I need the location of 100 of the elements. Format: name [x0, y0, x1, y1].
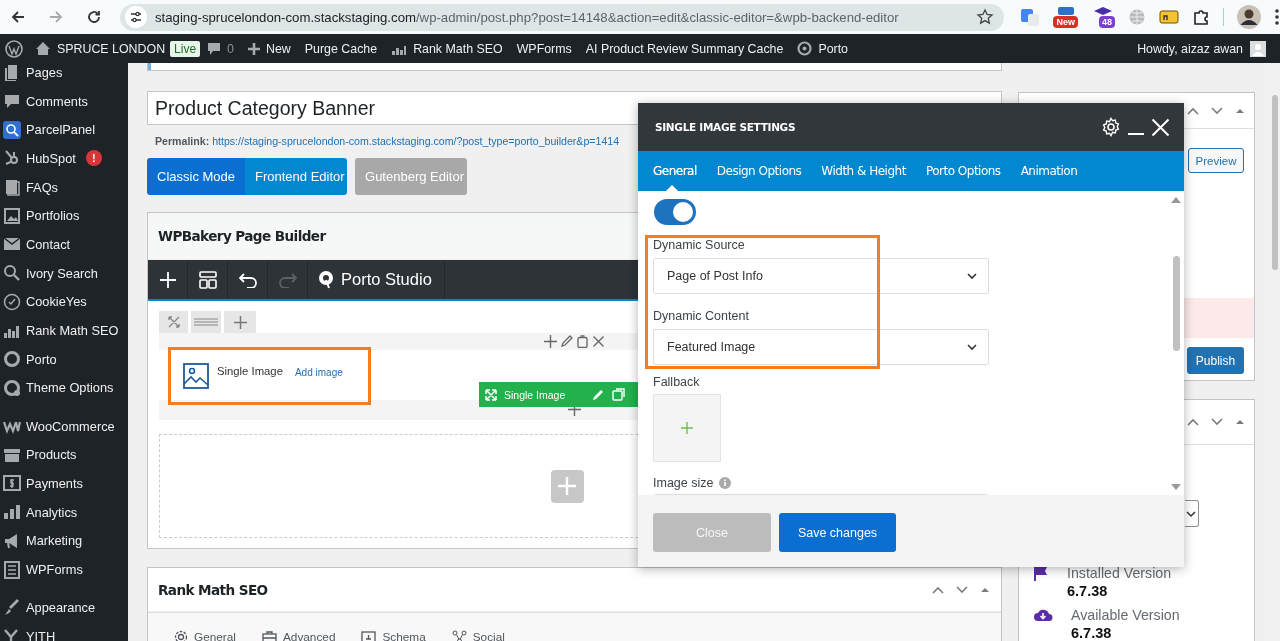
seo-tab[interactable]: Social [451, 630, 505, 641]
info-icon[interactable] [719, 477, 732, 489]
copy-icon[interactable] [612, 388, 626, 401]
speech-bubble-icon [3, 92, 21, 111]
comments-link[interactable]: 0 [200, 34, 241, 63]
sidebar-item[interactable]: YITH [0, 622, 128, 641]
site-info-icon[interactable] [129, 10, 143, 24]
sidebar-item[interactable]: Rank Math SEO [0, 316, 128, 345]
form-icon [3, 560, 21, 579]
reload-icon[interactable] [86, 9, 102, 25]
paintbrush-icon [3, 598, 21, 617]
sidebar-item[interactable]: WooCommerce [0, 411, 128, 441]
sidebar-item[interactable]: Porto [0, 344, 128, 374]
image-icon [183, 363, 209, 389]
pencil-icon[interactable] [559, 335, 573, 348]
sidebar-item[interactable]: Comments [0, 86, 128, 116]
modal-button[interactable]: Save changes [779, 513, 896, 552]
seo-tab[interactable]: General [174, 630, 236, 641]
more-icon[interactable] [1274, 8, 1280, 26]
select-field[interactable]: Featured Image [653, 329, 989, 365]
settings-tab[interactable]: Animation [1020, 151, 1088, 191]
scroll-up-icon[interactable] [1171, 196, 1181, 204]
dollar-icon [3, 474, 21, 493]
admin-bar-link[interactable]: Rank Math SEO [384, 34, 510, 63]
settings-icon[interactable] [1101, 117, 1121, 137]
seo-tab[interactable]: Advanced [262, 630, 336, 641]
sidebar-item[interactable]: Contact [0, 230, 128, 259]
sidebar-item[interactable]: Portfolios [0, 201, 128, 231]
admin-bar-link[interactable]: Purge Cache [297, 34, 385, 63]
settings-tab[interactable]: Porto Options [925, 151, 1011, 191]
drag-handle-icon[interactable] [194, 318, 218, 326]
admin-bar-link[interactable]: AI Product Review Summary Cache [578, 34, 791, 63]
move-icon[interactable] [485, 388, 497, 401]
briefcase-icon [262, 630, 277, 641]
user-avatar[interactable] [1250, 40, 1266, 57]
home-icon [35, 41, 51, 56]
publish-button[interactable]: Publish [1187, 347, 1244, 374]
select-field[interactable]: Page of Post Info [653, 258, 989, 294]
sidebar-item[interactable]: WPForms [0, 555, 128, 584]
notification-badge: ! [85, 150, 102, 167]
porto-studio-button[interactable]: Porto Studio [308, 260, 445, 299]
puzzle-icon[interactable] [1192, 8, 1210, 26]
bar-chart-icon [3, 503, 21, 522]
sidebar-item[interactable]: Marketing [0, 526, 128, 556]
mode-button[interactable]: Frontend Editor [245, 158, 348, 195]
graduation-cap-icon[interactable] [1093, 6, 1113, 15]
sidebar-item[interactable]: ParcelPanel [0, 115, 128, 145]
scrollbar-thumb[interactable] [1173, 256, 1180, 351]
field-label: Fallback [653, 374, 701, 390]
cloud-download-icon [1033, 607, 1053, 623]
cookie-icon [3, 292, 21, 311]
admin-bar-link[interactable]: WPForms [509, 34, 579, 63]
back-icon[interactable] [10, 9, 26, 25]
redo-icon[interactable] [278, 271, 297, 288]
close-icon[interactable] [591, 335, 605, 348]
url-field[interactable]: staging-sprucelondon-com.stackstaging.com/wp-admin/post.php?post=14148&action=edit&classic-editor=&wpb-backend-editor [120, 3, 1005, 31]
sidebar-item[interactable]: Pages [0, 63, 128, 87]
add-icon [681, 422, 693, 434]
settings-tab[interactable]: General [653, 151, 707, 191]
undo-icon[interactable] [238, 271, 257, 288]
sidebar-item[interactable]: Payments [0, 469, 128, 498]
scrollbar-thumb[interactable] [1272, 95, 1278, 270]
sidebar-item[interactable]: HubSpot ! [0, 144, 128, 173]
sidebar-item[interactable]: Analytics [0, 497, 128, 527]
select-field[interactable] [1185, 500, 1199, 527]
yith-icon [3, 627, 21, 641]
highlighted-element[interactable]: Single Image Add image [168, 347, 371, 405]
expand-icon[interactable] [167, 316, 180, 328]
mode-button[interactable]: Classic Mode [147, 158, 246, 195]
field-label: Image size [653, 475, 714, 491]
preview-button[interactable]: Preview [1188, 148, 1244, 173]
sidebar-item[interactable]: Appearance [0, 593, 128, 623]
field-label: Dynamic Source [653, 237, 746, 253]
pencil-icon[interactable] [592, 388, 606, 401]
settings-tab[interactable]: Width & Height [821, 151, 916, 191]
sidebar-item[interactable]: FAQs [0, 172, 128, 202]
element-name: Single Image [217, 365, 283, 379]
extension-icon[interactable] [1055, 6, 1076, 15]
card-icon[interactable] [1159, 9, 1179, 25]
site-name-link[interactable]: SPRUCE LONDON [28, 34, 173, 63]
admin-bar-link[interactable]: New [241, 34, 298, 63]
seo-tab[interactable]: Schema [361, 630, 426, 641]
admin-bar-link[interactable]: Porto [790, 34, 855, 63]
translate-icon[interactable] [1020, 7, 1041, 27]
sidebar-item[interactable]: Theme Options [0, 373, 128, 403]
scroll-down-icon[interactable] [1171, 483, 1181, 491]
url-text: staging-sprucelondon-com.stackstaging.com/wp-admin/post.php?post=14148&action=edit&classic-editor=&wpb-backend-editor [155, 9, 900, 25]
clipboard-icon[interactable] [575, 335, 589, 348]
add-image-link[interactable]: Add image [294, 367, 343, 402]
permalink-link[interactable]: https://staging-sprucelondon-com.stackstaging.com/?post_type=porto_builder&p=1414 [212, 135, 620, 147]
chevron-down-icon [1186, 508, 1196, 519]
settings-tab[interactable]: Design Options [716, 151, 812, 191]
profile-avatar[interactable] [1237, 5, 1261, 29]
toggle-switch[interactable] [654, 199, 696, 225]
bookmark-star-icon[interactable] [976, 8, 995, 26]
sidebar-item[interactable]: Products [0, 440, 128, 470]
forward-icon[interactable] [48, 9, 64, 25]
sidebar-item[interactable]: CookieYes [0, 287, 128, 317]
sidebar-item[interactable]: Ivory Search [0, 258, 128, 288]
layout-icon[interactable] [198, 270, 217, 289]
